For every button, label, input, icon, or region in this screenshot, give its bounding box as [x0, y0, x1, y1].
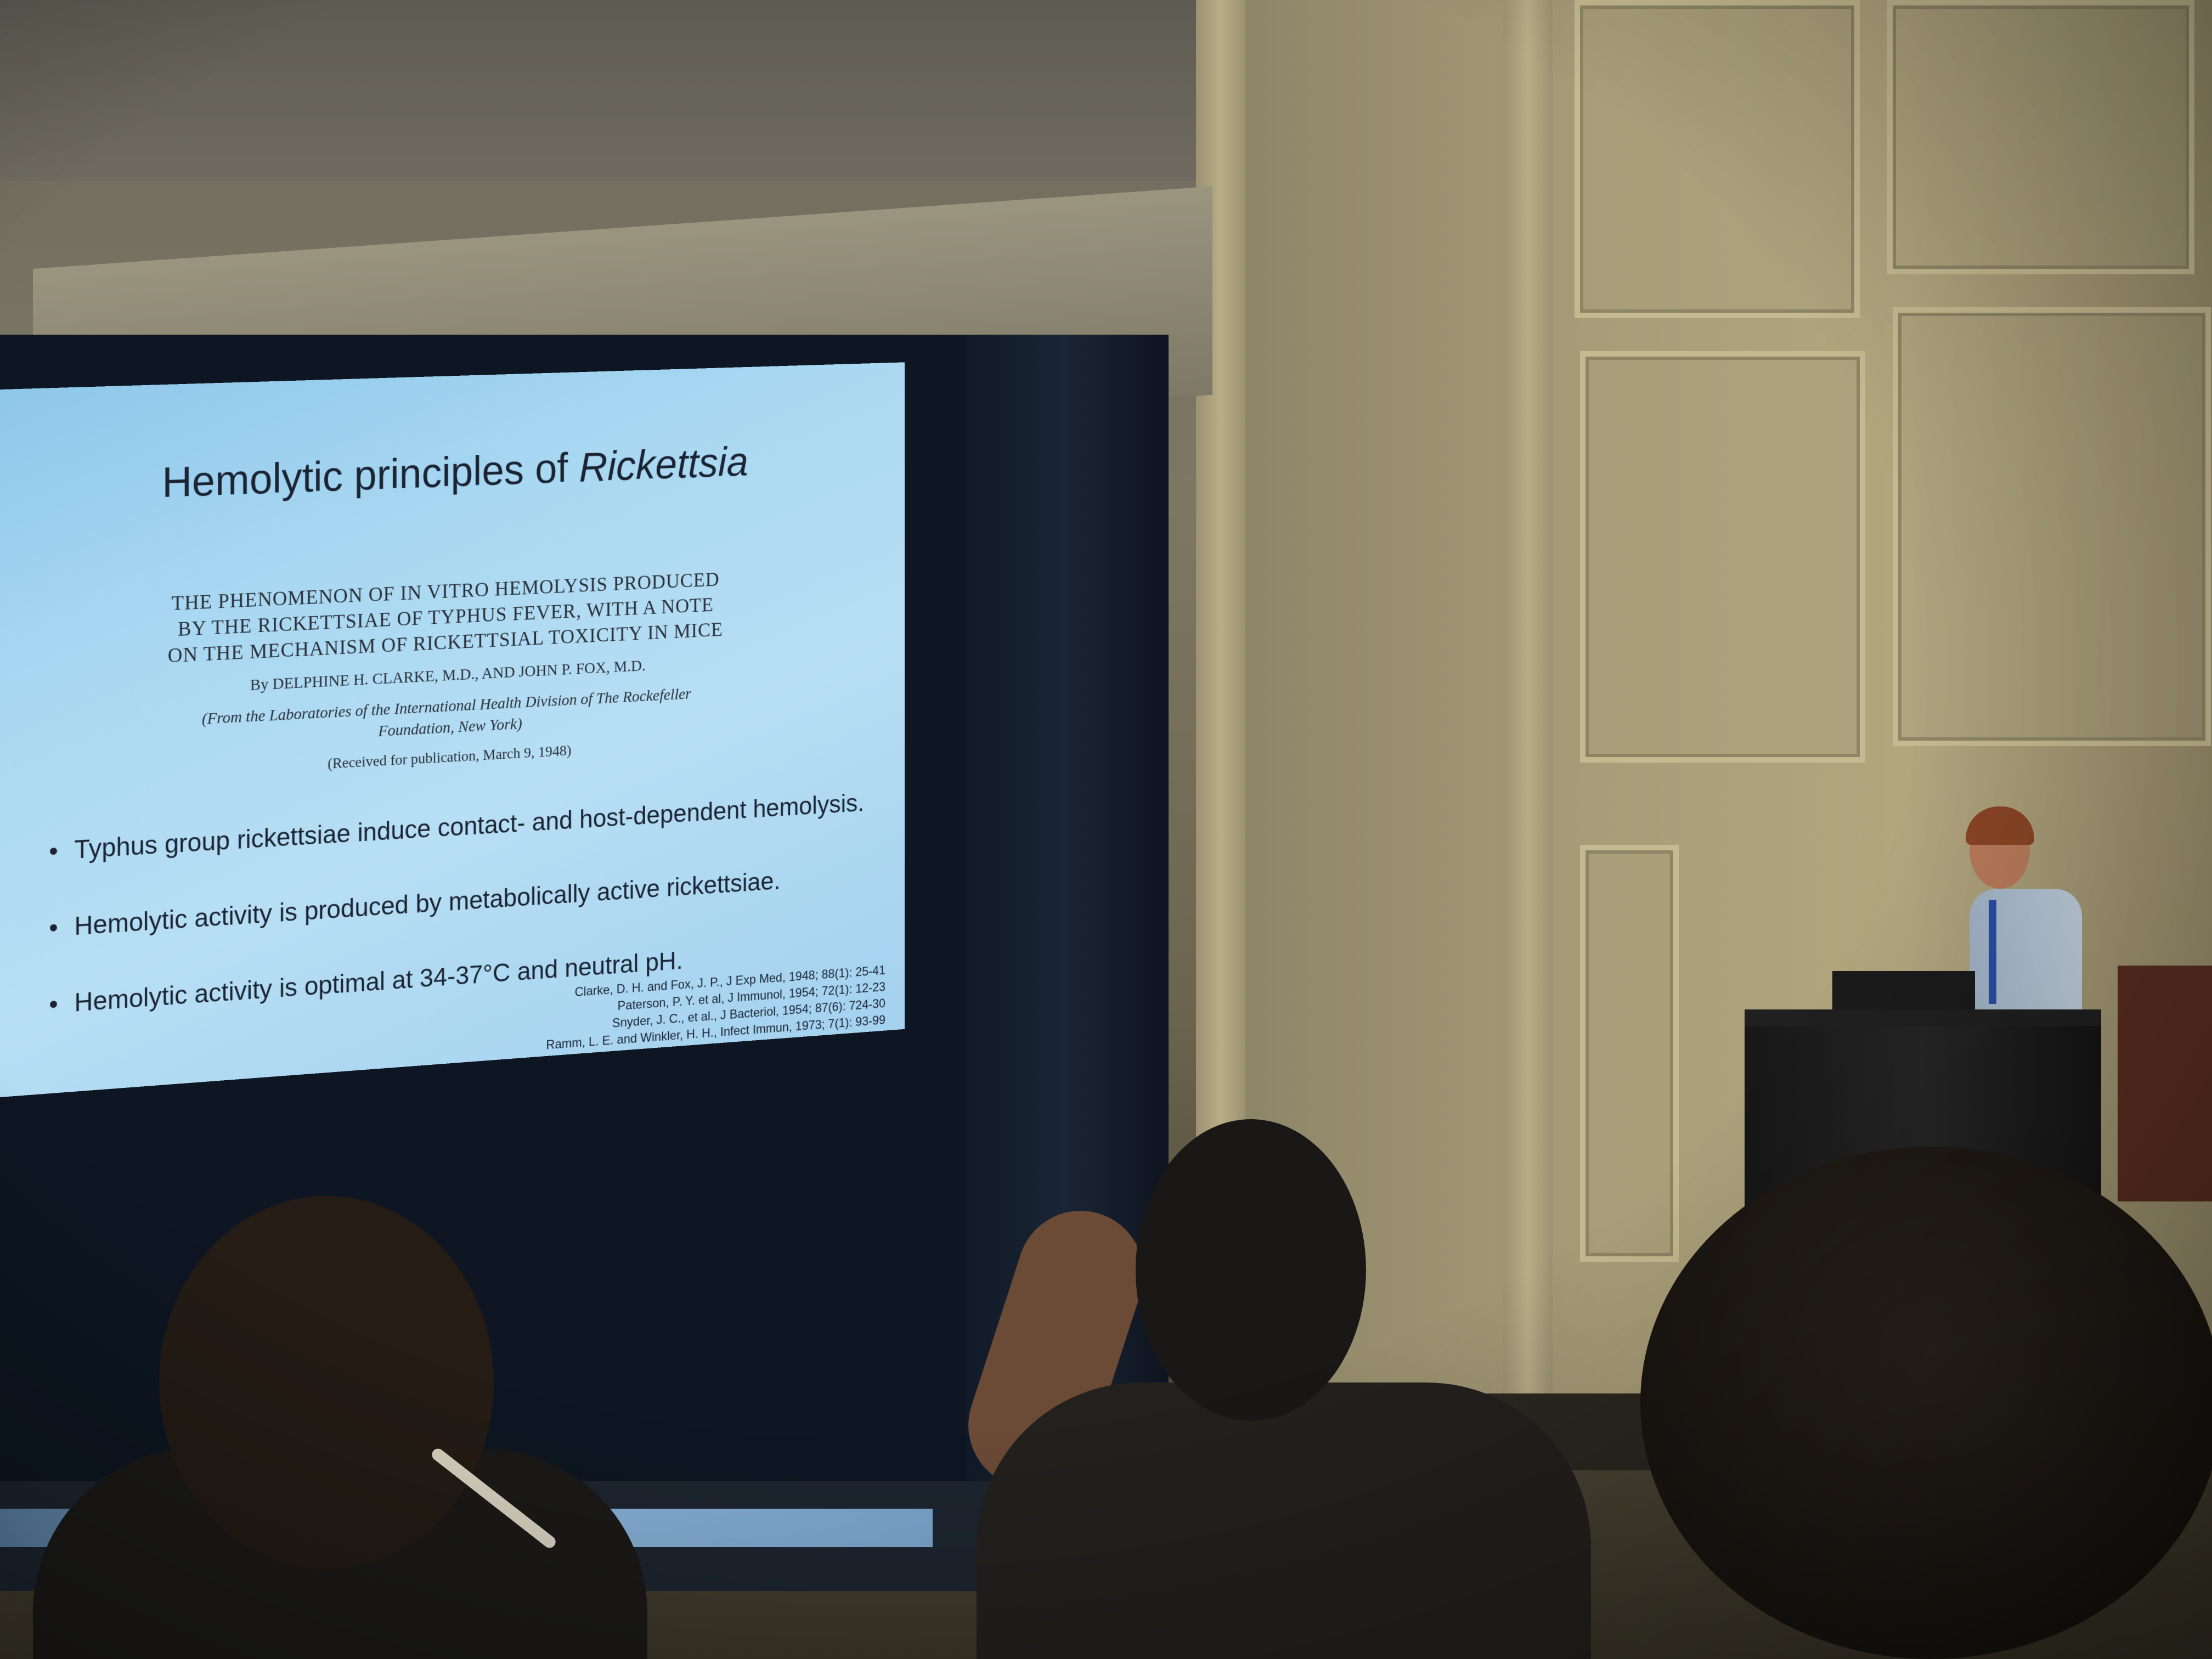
wall-pillar — [1503, 0, 1553, 1426]
slide-title: Hemolytic principles of Rickettsia — [162, 438, 748, 507]
audience-member-center-head — [1136, 1119, 1366, 1421]
paper-title: THE PHENOMENON OF IN VITRO HEMOLYSIS PRO… — [167, 568, 723, 668]
projection-screen: Hemolytic principles of Rickettsia THE P… — [0, 362, 905, 1097]
wall-panel — [1580, 351, 1865, 763]
slide-bullet: Hemolytic activity is produced by metabo… — [49, 866, 780, 943]
slide-bullet: Typhus group rickettsiae induce contact-… — [49, 788, 864, 866]
audience-member-center-body — [977, 1383, 1591, 1659]
audience-member-left-head — [159, 1196, 494, 1569]
slide-title-italic: Rickettsia — [579, 438, 748, 490]
wooden-door — [2118, 966, 2212, 1201]
wall-panel — [1887, 0, 2194, 274]
wall-panel — [1580, 845, 1679, 1262]
slide-title-text: Hemolytic principles of — [162, 444, 579, 506]
lectern-monitor — [1832, 971, 1975, 1015]
ceiling — [0, 0, 1262, 181]
speaker-lanyard — [1989, 900, 1996, 1004]
slide-bullet: Hemolytic activity is optimal at 34-37°C… — [49, 946, 682, 1020]
wall-panel — [1893, 307, 2211, 746]
wall-panel — [1575, 0, 1860, 318]
audience-member-right-head — [1640, 1147, 2212, 1659]
